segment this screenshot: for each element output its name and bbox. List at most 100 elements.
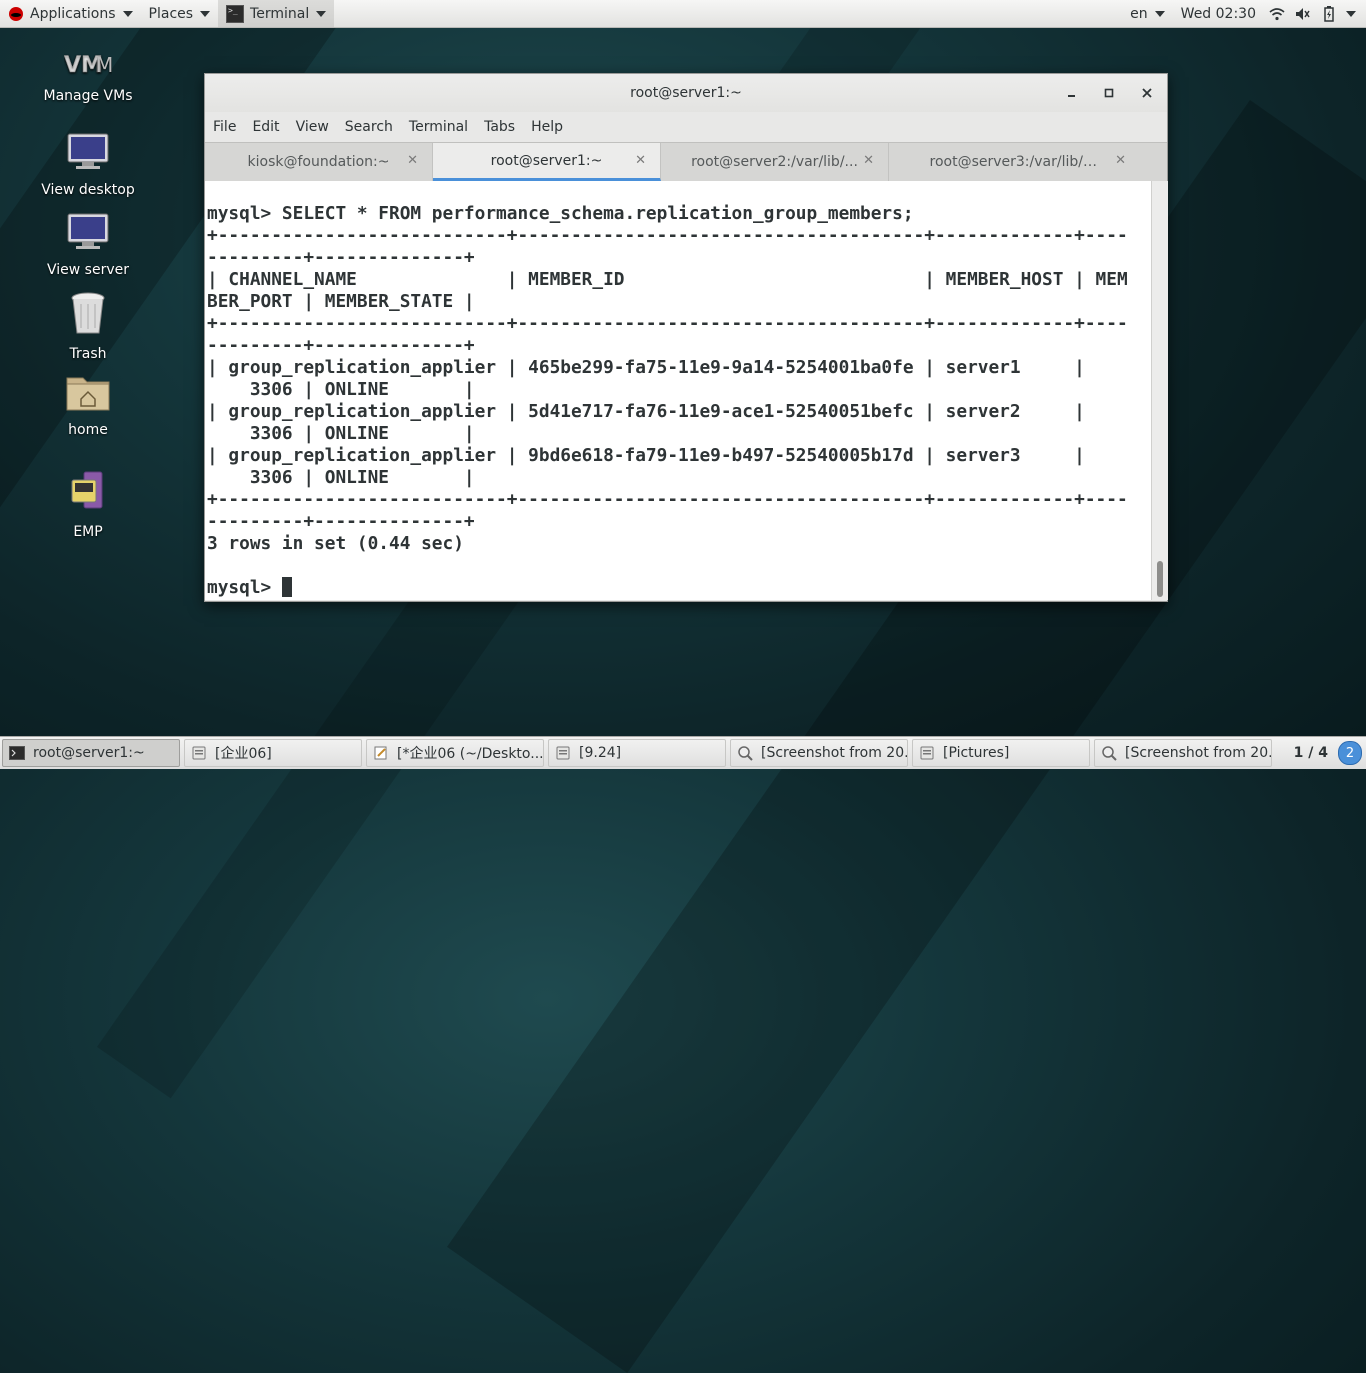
terminal-line: 3306 | ONLINE | <box>207 379 475 400</box>
places-menu[interactable]: Places <box>141 0 219 27</box>
taskbar-item-terminal[interactable]: root@server1:~ <box>2 739 180 767</box>
terminal-scrollbar[interactable] <box>1151 181 1168 600</box>
terminal-line: 3306 | ONLINE | <box>207 467 475 488</box>
chevron-down-icon <box>122 10 133 17</box>
terminal-line: 3 rows in set (0.44 sec) <box>207 533 464 554</box>
terminal-line: +---------------------------+-----------… <box>207 313 1128 334</box>
terminal-line: | group_replication_applier | 5d41e717-f… <box>207 401 1085 422</box>
text-cursor <box>281 577 292 597</box>
desktop-icon-manage-vms[interactable]: VM M Manage VMs <box>28 50 148 104</box>
chevron-down-icon <box>1346 10 1356 17</box>
text-editor-icon <box>373 745 389 761</box>
desktop-icon-view-desktop[interactable]: View desktop <box>28 132 148 198</box>
desktop-icon-trash[interactable]: Trash <box>28 290 148 362</box>
scrollbar-thumb[interactable] <box>1157 561 1163 597</box>
taskbar-item-label: [Screenshot from 20... <box>761 745 908 761</box>
window-titlebar[interactable]: root@server1:~ <box>205 74 1167 112</box>
workspace-indicator[interactable]: 1 / 4 <box>1284 745 1338 761</box>
image-viewer-icon <box>1101 745 1117 761</box>
close-tab-icon[interactable]: ✕ <box>635 153 646 168</box>
taskbar-item-screenshot-2[interactable]: [Screenshot from 20... <box>1094 739 1272 767</box>
app-menu-terminal[interactable]: Terminal <box>218 0 335 27</box>
close-tab-icon[interactable]: ✕ <box>1115 153 1126 168</box>
clock[interactable]: Wed 02:30 <box>1173 0 1264 27</box>
vm-icon: VMM <box>64 53 114 79</box>
menu-search[interactable]: Search <box>337 119 401 135</box>
terminal-line: | CHANNEL_NAME | MEMBER_ID | MEMBER_HOST… <box>207 269 1128 290</box>
desktop-icon-label: View server <box>47 262 129 278</box>
maximize-button[interactable] <box>1098 82 1120 104</box>
tab-root-server1[interactable]: root@server1:~ ✕ <box>433 143 661 181</box>
menu-terminal[interactable]: Terminal <box>401 119 476 135</box>
wifi-icon[interactable] <box>1268 6 1286 22</box>
desktop-icon-label: EMP <box>73 524 103 540</box>
window-list-panel: root@server1:~ [企业06] [*企业06 (~/Deskto..… <box>0 736 1366 769</box>
notification-badge[interactable]: 2 <box>1338 741 1362 765</box>
close-tab-icon[interactable]: ✕ <box>407 153 418 168</box>
applications-menu[interactable]: Applications <box>0 0 141 27</box>
terminal-text: mysql> SELECT * FROM performance_schema.… <box>207 203 1128 599</box>
taskbar-item-pictures-folder[interactable]: [Pictures] <box>912 739 1090 767</box>
tab-label: kiosk@foundation:~ <box>247 154 390 170</box>
language-selector[interactable]: en <box>1122 0 1173 27</box>
tab-root-server3[interactable]: root@server3:/var/lib/m... ✕ <box>889 143 1140 181</box>
desktop-icon-label: Manage VMs <box>43 88 133 104</box>
desktop-icon-label: View desktop <box>41 182 135 198</box>
trash-icon <box>71 292 105 334</box>
menu-tabs[interactable]: Tabs <box>476 119 523 135</box>
tab-kiosk-foundation[interactable]: kiosk@foundation:~ ✕ <box>205 143 433 181</box>
tab-label: root@server3:/var/lib/m... <box>929 154 1100 170</box>
top-panel: Applications Places Terminal en Wed 02:3… <box>0 0 1366 28</box>
language-label: en <box>1130 5 1148 22</box>
terminal-line: | group_replication_applier | 9bd6e618-f… <box>207 445 1085 466</box>
minimize-button[interactable] <box>1061 82 1083 104</box>
tab-label: root@server1:~ <box>490 152 603 169</box>
places-label: Places <box>148 5 194 22</box>
terminal-window: root@server1:~ File Edit View Search Ter… <box>204 73 1168 602</box>
terminal-line: ---------+--------------+ <box>207 335 475 356</box>
redhat-logo-icon <box>9 6 23 21</box>
battery-icon[interactable] <box>1320 5 1338 22</box>
tab-root-server2[interactable]: root@server2:/var/lib/... ✕ <box>661 143 889 181</box>
terminal-icon <box>226 4 245 23</box>
taskbar-item-label: root@server1:~ <box>33 745 145 761</box>
taskbar-item-label: [Screenshot from 20... <box>1125 745 1272 761</box>
terminal-line: | group_replication_applier | 465be299-f… <box>207 357 1085 378</box>
volume-icon[interactable] <box>1294 6 1312 22</box>
terminal-line: mysql> SELECT * FROM performance_schema.… <box>207 203 914 224</box>
close-tab-icon[interactable]: ✕ <box>863 153 874 168</box>
menu-file[interactable]: File <box>205 119 244 135</box>
taskbar-item-qiye06-folder[interactable]: [企业06] <box>184 739 362 767</box>
menu-view[interactable]: View <box>288 119 337 135</box>
workspace-switcher[interactable]: 1 / 4 2 <box>1284 737 1366 769</box>
taskbar-item-label: [Pictures] <box>943 745 1010 761</box>
desktop-icon-emp[interactable]: EMP <box>28 470 148 540</box>
emp-app-icon <box>71 471 103 509</box>
monitor-icon <box>67 133 109 169</box>
file-manager-icon <box>555 745 571 761</box>
desktop-icon-label: home <box>68 422 108 438</box>
terminal-line: ---------+--------------+ <box>207 247 475 268</box>
chevron-down-icon <box>316 10 327 17</box>
terminal-line: +---------------------------+-----------… <box>207 489 1128 510</box>
tab-label: root@server2:/var/lib/... <box>691 154 858 170</box>
file-manager-icon <box>191 745 207 761</box>
menu-help[interactable]: Help <box>523 119 571 135</box>
monitor-icon <box>67 213 109 249</box>
system-menu[interactable] <box>1342 0 1366 27</box>
terminal-output[interactable]: mysql> SELECT * FROM performance_schema.… <box>205 181 1151 600</box>
terminal-line: 3306 | ONLINE | <box>207 423 475 444</box>
minimize-icon <box>1068 95 1075 97</box>
close-icon <box>1142 88 1152 98</box>
clock-label: Wed 02:30 <box>1180 5 1256 22</box>
taskbar-item-text-editor[interactable]: [*企业06 (~/Deskto... <box>366 739 544 767</box>
maximize-icon <box>1104 88 1114 98</box>
close-button[interactable] <box>1136 82 1158 104</box>
tab-bar: kiosk@foundation:~ ✕ root@server1:~ ✕ ro… <box>205 142 1167 182</box>
desktop-icon-home[interactable]: home <box>28 372 148 438</box>
taskbar-item-label: [企业06] <box>215 746 272 762</box>
taskbar-item-screenshot-1[interactable]: [Screenshot from 20... <box>730 739 908 767</box>
menu-edit[interactable]: Edit <box>244 119 287 135</box>
taskbar-item-9-24-folder[interactable]: [9.24] <box>548 739 726 767</box>
desktop-icon-view-server[interactable]: View server <box>28 212 148 278</box>
